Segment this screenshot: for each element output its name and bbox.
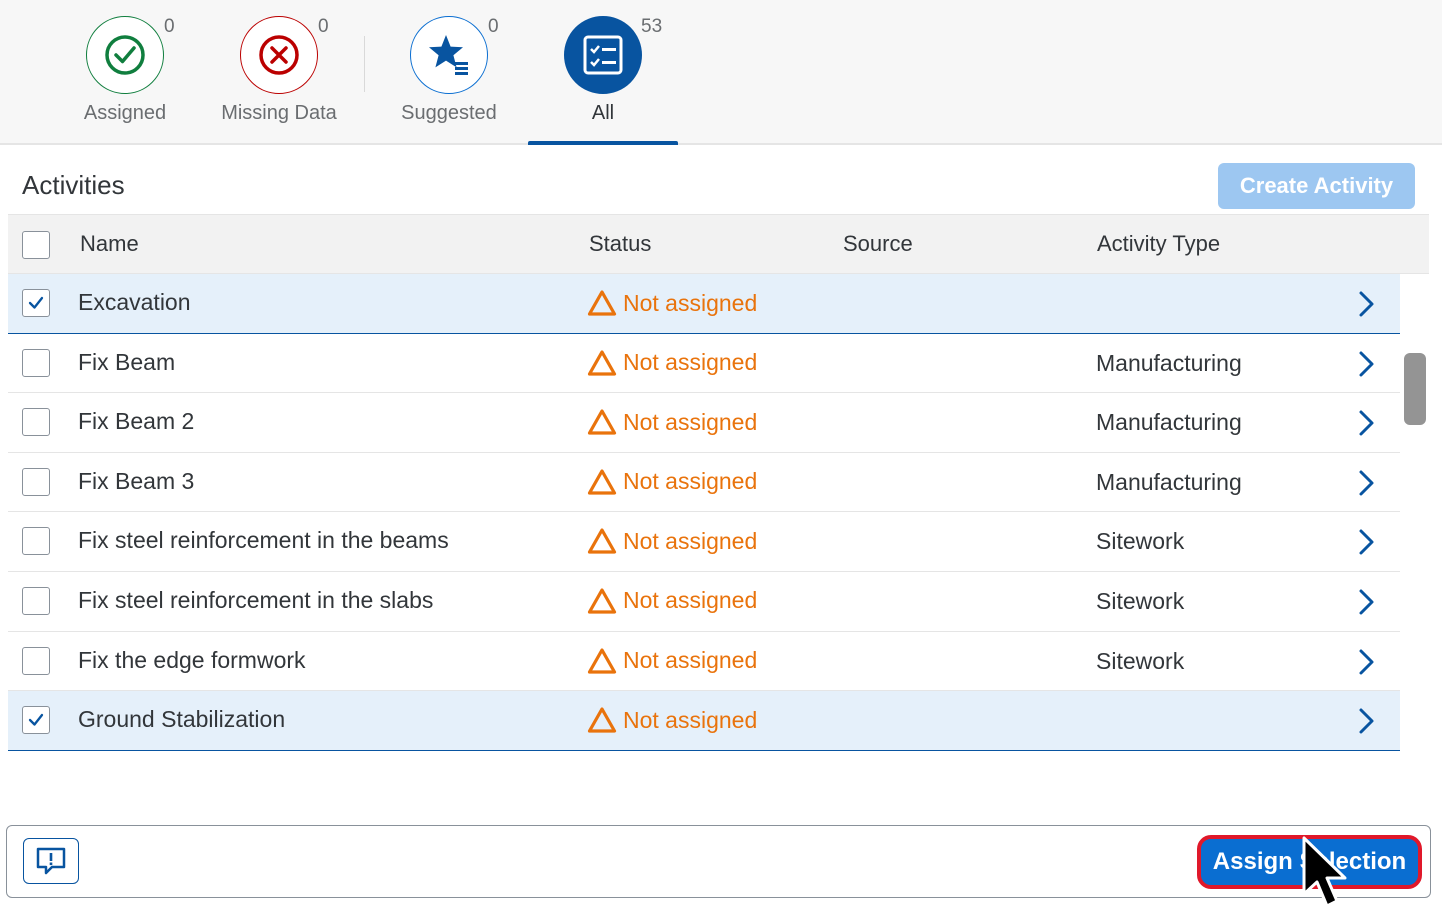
tab-count: 0: [318, 16, 329, 37]
chevron-right-icon[interactable]: [1353, 469, 1379, 497]
chevron-right-icon[interactable]: [1353, 588, 1379, 616]
activity-name: Fix the edge formwork: [78, 646, 306, 673]
status-indicator: Not assigned: [587, 468, 757, 496]
table-row[interactable]: Excavation Not assigned: [8, 274, 1400, 334]
chevron-right-icon[interactable]: [1353, 350, 1379, 378]
tab-label: Suggested: [401, 102, 497, 124]
status-text: Not assigned: [623, 527, 758, 554]
table-row[interactable]: Fix the edge formwork Not assigned Sitewor…: [8, 631, 1400, 692]
message-popover-button[interactable]: [23, 838, 79, 884]
status-indicator: Not assigned: [587, 289, 757, 317]
row-checkbox[interactable]: [22, 586, 50, 615]
status-indicator: Not assigned: [587, 587, 757, 615]
tab-count: 53: [641, 16, 663, 37]
tab-label: Missing Data: [221, 102, 337, 124]
tab-assigned[interactable]: 0 Assigned: [75, 0, 175, 145]
tab-label: Assigned: [83, 102, 167, 124]
activity-name: Fix Beam: [78, 348, 176, 375]
header-scroll-spacer: [1400, 214, 1429, 274]
selected-tab-indicator: [528, 141, 678, 145]
tab-label: All: [591, 102, 615, 124]
check-circle-icon: [86, 16, 164, 94]
status-indicator: Not assigned: [587, 527, 757, 555]
status-indicator: Not assigned: [587, 706, 757, 734]
table-header: Name Status Source Activity Type: [8, 214, 1400, 274]
activity-name: Ground Stabilization: [78, 706, 286, 733]
status-indicator: Not assigned: [587, 408, 757, 436]
chevron-right-icon[interactable]: [1353, 290, 1379, 318]
status-indicator: Not assigned: [587, 647, 757, 675]
activity-name: Fix steel reinforcement in the beams: [78, 527, 449, 554]
icon-tab-bar: 0 Assigned 0 Missing Data 0 Suggested 53…: [0, 0, 1442, 145]
activity-type: Sitework: [1096, 528, 1185, 555]
warning-icon: [587, 409, 617, 435]
chevron-right-icon[interactable]: [1353, 707, 1379, 735]
tab-all[interactable]: 53 All: [528, 0, 678, 145]
table-row[interactable]: Fix steel reinforcement in the slabs Not …: [8, 571, 1400, 632]
column-header-activity-type[interactable]: Activity Type: [1097, 231, 1220, 257]
row-checkbox[interactable]: [22, 467, 50, 496]
row-checkbox[interactable]: [22, 527, 50, 556]
warning-icon: [587, 588, 617, 614]
table-row[interactable]: Fix Beam 2 Not assigned Manufacturing: [8, 393, 1400, 453]
status-text: Not assigned: [623, 289, 758, 316]
warning-icon: [587, 707, 617, 733]
activity-type: Sitework: [1096, 647, 1185, 674]
status-text: Not assigned: [623, 706, 758, 733]
row-checkbox[interactable]: [22, 646, 50, 675]
chevron-right-icon[interactable]: [1353, 409, 1379, 437]
warning-icon: [587, 647, 617, 674]
activity-name: Fix steel reinforcement in the slabs: [78, 586, 434, 613]
activity-name: Fix Beam 3: [78, 467, 195, 494]
table-row[interactable]: Fix steel reinforcement in the beams Not …: [8, 512, 1400, 572]
warning-icon: [587, 469, 617, 495]
activity-type: Manufacturing: [1096, 349, 1242, 376]
status-text: Not assigned: [623, 349, 758, 376]
column-header-status[interactable]: Status: [589, 231, 651, 257]
footer-toolbar: Assign Selection: [6, 825, 1431, 898]
activity-name: Excavation: [78, 289, 191, 315]
table-body: Excavation Not assigned Fix Beam Not assign…: [8, 274, 1400, 751]
column-header-name[interactable]: Name: [80, 231, 139, 257]
warning-icon: [587, 290, 617, 316]
status-text: Not assigned: [623, 587, 758, 614]
row-checkbox[interactable]: [22, 348, 50, 377]
star-list-icon: [410, 16, 488, 94]
table-row[interactable]: Fix Beam 3 Not assigned Manufacturing: [8, 452, 1400, 513]
tab-missing-data[interactable]: 0 Missing Data: [214, 0, 344, 145]
scrollbar-track[interactable]: [1400, 275, 1429, 751]
status-text: Not assigned: [623, 647, 758, 674]
message-popup-icon: [36, 847, 66, 875]
activity-type: Sitework: [1096, 587, 1185, 614]
table-title: Activities: [22, 170, 125, 200]
warning-icon: [587, 349, 617, 376]
table-row[interactable]: Ground Stabilization Not assigned: [8, 691, 1400, 751]
activity-type: Manufacturing: [1096, 468, 1242, 495]
row-checkbox[interactable]: [22, 706, 50, 735]
column-header-source[interactable]: Source: [843, 231, 913, 257]
activity-name: Fix Beam 2: [78, 408, 195, 435]
tab-separator: [364, 36, 365, 92]
chevron-right-icon[interactable]: [1353, 648, 1379, 676]
cancel-circle-icon: [240, 16, 318, 94]
chevron-right-icon[interactable]: [1353, 528, 1379, 556]
table-row[interactable]: Fix Beam Not assigned Manufacturing: [8, 333, 1400, 394]
tab-suggested[interactable]: 0 Suggested: [394, 0, 504, 145]
tab-count: 0: [488, 16, 499, 37]
tab-count: 0: [164, 16, 175, 37]
activity-type: Manufacturing: [1096, 409, 1242, 436]
warning-icon: [587, 528, 617, 554]
create-activity-button[interactable]: Create Activity: [1218, 163, 1415, 209]
status-text: Not assigned: [623, 408, 758, 435]
scrollbar-thumb[interactable]: [1404, 353, 1426, 425]
checklist-icon: [564, 16, 642, 94]
row-checkbox[interactable]: [22, 289, 50, 317]
activities-table: Name Status Source Activity Type Excavat…: [8, 214, 1400, 751]
select-all-checkbox[interactable]: [22, 231, 50, 259]
status-indicator: Not assigned: [587, 349, 757, 377]
assign-selection-button[interactable]: Assign Selection: [1197, 835, 1422, 889]
row-checkbox[interactable]: [22, 408, 50, 437]
status-text: Not assigned: [623, 468, 758, 495]
